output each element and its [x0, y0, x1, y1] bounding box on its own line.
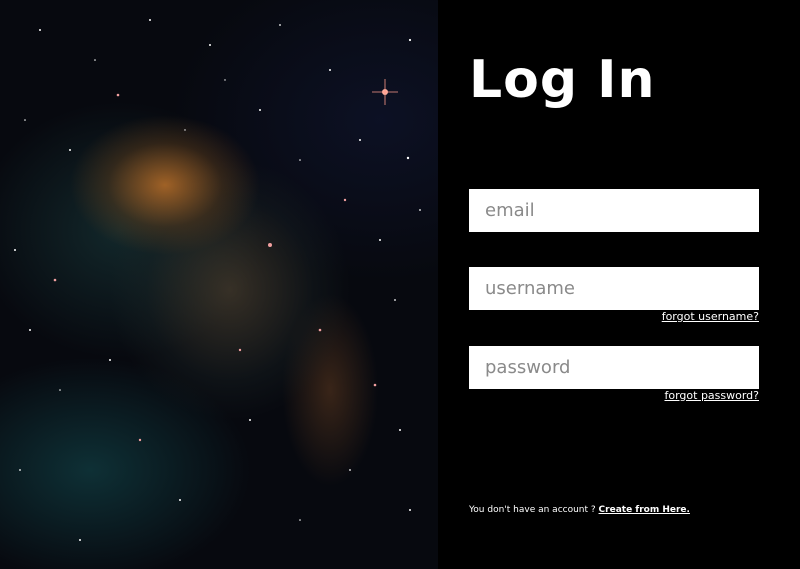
page-title: Log In — [469, 50, 656, 110]
star-field — [14, 19, 421, 541]
forgot-username-link[interactable]: forgot username? — [662, 310, 759, 323]
create-account-link[interactable]: Create from Here. — [599, 505, 690, 515]
forgot-password-link[interactable]: forgot password? — [664, 389, 759, 402]
signup-prompt-text: You don't have an account ? — [469, 505, 599, 515]
signup-prompt: You don't have an account ? Create from … — [469, 505, 690, 515]
password-field[interactable] — [469, 346, 759, 389]
email-field[interactable] — [469, 189, 759, 232]
username-field[interactable] — [469, 267, 759, 310]
bright-star — [372, 79, 398, 105]
nebula-background-image — [0, 0, 438, 569]
